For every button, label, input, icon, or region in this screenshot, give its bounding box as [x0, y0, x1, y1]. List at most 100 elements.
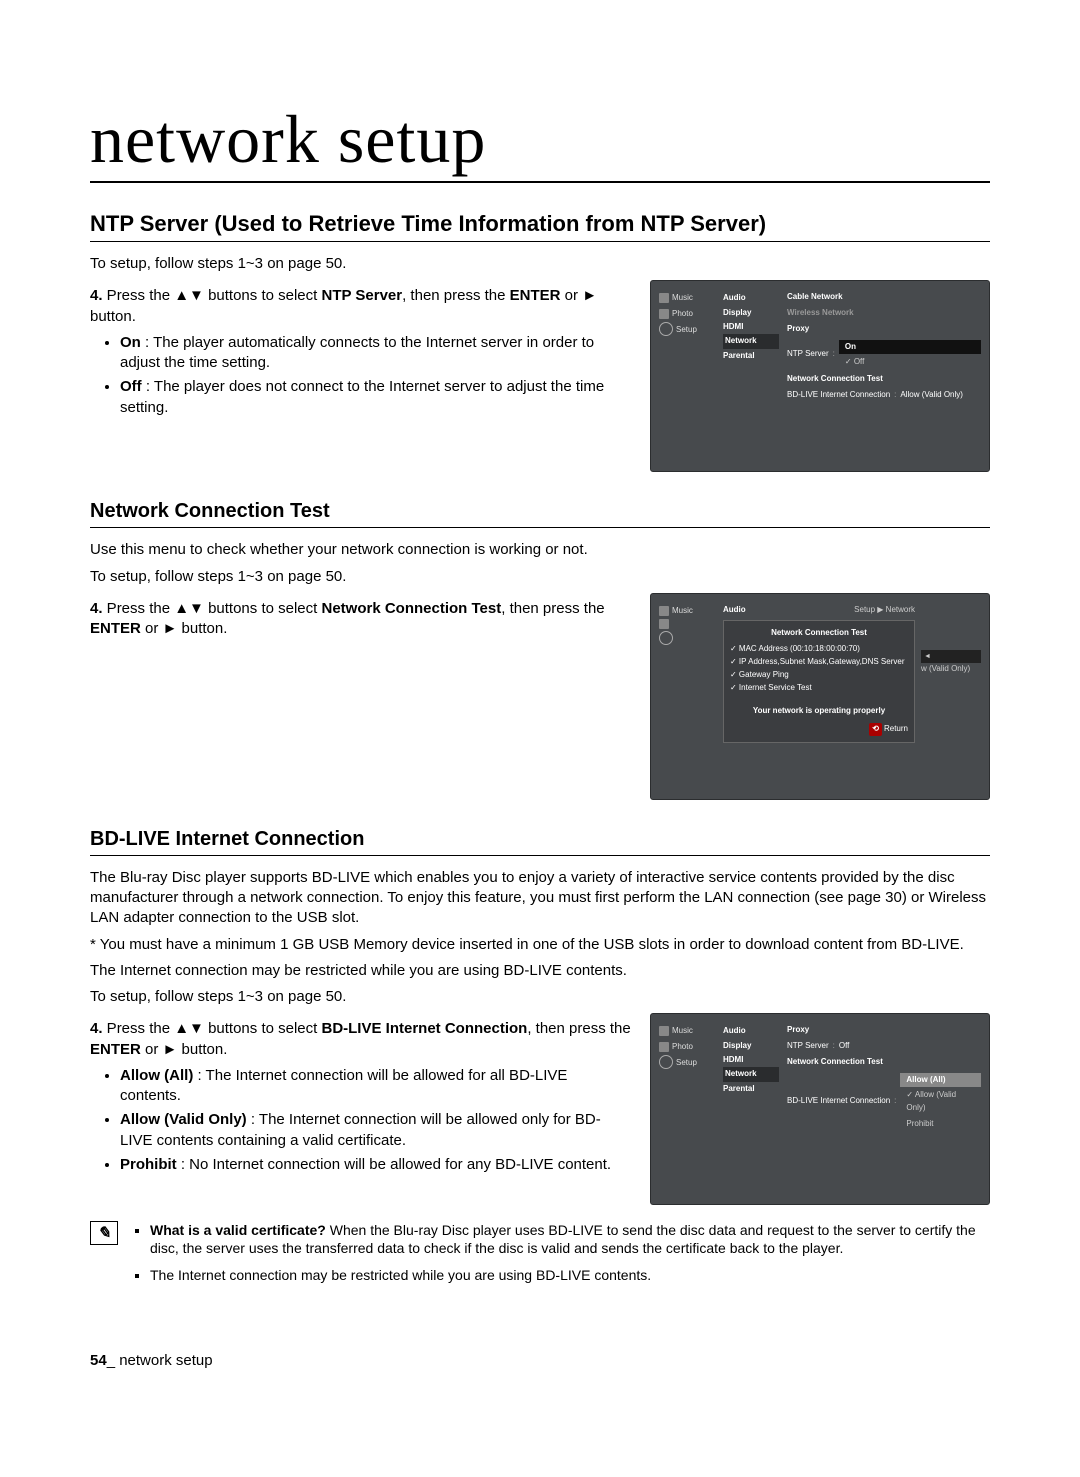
mid-item: Display: [723, 1039, 779, 1053]
nav-item: Music: [672, 1024, 693, 1038]
text: Press the ▲▼ buttons to select: [103, 287, 322, 304]
dropdown-option: Off: [854, 357, 865, 366]
test-line: ✓ Gateway Ping: [730, 669, 908, 682]
bd-row: 4. Press the ▲▼ buttons to select BD-LIV…: [90, 1013, 990, 1205]
note-item-1: What is a valid certificate? When the Bl…: [150, 1221, 990, 1257]
ntp-step4: 4. Press the ▲▼ buttons to select NTP Se…: [90, 286, 632, 327]
osd-rightpane: Audio Setup ▶ Network Network Connection …: [723, 604, 981, 759]
return-label: Return: [884, 724, 908, 733]
step-number: 4.: [90, 287, 103, 304]
text-bold: ENTER: [90, 620, 141, 637]
nct-screenshot: Music Audio Setup ▶ Network Network Conne…: [650, 593, 990, 800]
opt-name: Allow (Valid Only): [120, 1111, 247, 1128]
step-number: 4.: [90, 1020, 103, 1037]
page-footer: 54_ network setup: [90, 1352, 990, 1369]
h3-text: Network Connection Test: [90, 500, 330, 523]
text: or ► button.: [141, 1041, 228, 1058]
text: Press the ▲▼ buttons to select: [103, 1020, 322, 1037]
bd-p4: To setup, follow steps 1~3 on page 50.: [90, 987, 990, 1007]
heading-nct: Network Connection Test: [90, 500, 990, 528]
ntp-text: 4. Press the ▲▼ buttons to select NTP Se…: [90, 280, 632, 422]
page-title: network setup: [90, 100, 990, 183]
bd-text: 4. Press the ▲▼ buttons to select BD-LIV…: [90, 1013, 632, 1179]
mid-item: Audio: [723, 1024, 779, 1038]
manual-page: network setup NTP Server (Used to Retrie…: [0, 0, 1080, 1429]
gear-icon: [659, 1055, 673, 1069]
mid-item: Display: [723, 306, 779, 320]
music-icon: [659, 1026, 669, 1036]
note-icon: ✎: [90, 1221, 118, 1245]
row-label: Proxy: [787, 323, 809, 336]
row-label: Cable Network: [787, 291, 843, 304]
mid-item-selected: Network: [723, 334, 779, 348]
text-bold: NTP Server: [321, 287, 402, 304]
bd-p1: The Blu-ray Disc player supports BD-LIVE…: [90, 868, 990, 929]
osd-midnav: Audio Display HDMI Network Parental: [723, 291, 779, 431]
osd-leftnav: Music Photo Setup: [659, 1024, 715, 1164]
note-bold: What is a valid certificate?: [150, 1222, 326, 1238]
photo-icon: [659, 1042, 669, 1052]
mid-item: Parental: [723, 349, 779, 363]
bd-prohibit: Prohibit : No Internet connection will b…: [120, 1155, 632, 1175]
text-bold: ENTER: [510, 287, 561, 304]
return-icon: ⟲: [869, 723, 882, 736]
corner-label: Setup ▶ Network: [854, 604, 915, 617]
osd-midnav: Audio Display HDMI Network Parental: [723, 1024, 779, 1164]
bd-options-list: Allow (All) : The Internet connection wi…: [90, 1066, 632, 1175]
photo-icon: [659, 309, 669, 319]
ntp-off: Off : The player does not connect to the…: [120, 377, 632, 418]
nav-item: Photo: [672, 1040, 693, 1054]
ntp-intro: To setup, follow steps 1~3 on page 50.: [90, 254, 990, 274]
text-bold: ENTER: [90, 1041, 141, 1058]
opt-name: Allow (All): [120, 1067, 193, 1084]
ntp-options-list: On : The player automatically connects t…: [90, 333, 632, 418]
opt-desc: : No Internet connection will be allowed…: [177, 1156, 611, 1173]
nav-item: Photo: [672, 307, 693, 321]
music-icon: [659, 293, 669, 303]
nct-panel: Network Connection Test ✓ MAC Address (0…: [723, 620, 915, 744]
heading-ntp-server: NTP Server (Used to Retrieve Time Inform…: [90, 211, 990, 242]
footer-label: network setup: [119, 1352, 212, 1369]
text: or ► button.: [141, 620, 228, 637]
nav-item: Setup: [676, 1056, 697, 1070]
bd-allow-all: Allow (All) : The Internet connection wi…: [120, 1066, 632, 1107]
dropdown-option-selected: Allow (All): [900, 1073, 981, 1088]
dropdown-option: Prohibit: [900, 1117, 981, 1132]
row-label: Audio: [723, 604, 746, 617]
bd-step4: 4. Press the ▲▼ buttons to select BD-LIV…: [90, 1019, 632, 1060]
opt-name: On: [120, 334, 141, 351]
heading-bdlive: BD-LIVE Internet Connection: [90, 828, 990, 856]
nav-item: Music: [672, 291, 693, 305]
row-val: Off: [839, 1040, 850, 1053]
footer-sep: _: [107, 1352, 120, 1369]
osd-leftnav: Music Photo Setup: [659, 291, 715, 431]
mid-item: Parental: [723, 1082, 779, 1096]
mid-item-selected: Network: [723, 1067, 779, 1081]
osd-nct: Music Audio Setup ▶ Network Network Conne…: [650, 593, 990, 800]
nct-step4: 4. Press the ▲▼ buttons to select Networ…: [90, 599, 632, 640]
ntp-row: 4. Press the ▲▼ buttons to select NTP Se…: [90, 280, 990, 472]
test-line: ✓ MAC Address (00:10:18:00:00:70): [730, 643, 908, 656]
ntp-screenshot: Music Photo Setup Audio Display HDMI Net…: [650, 280, 990, 472]
panel-title: Network Connection Test: [730, 627, 908, 640]
text: , then press the: [501, 600, 604, 617]
row-label: NTP Server: [787, 348, 829, 361]
nct-text: 4. Press the ▲▼ buttons to select Networ…: [90, 593, 632, 646]
bd-p2: * You must have a minimum 1 GB USB Memor…: [90, 935, 990, 955]
ntp-on: On : The player automatically connects t…: [120, 333, 632, 374]
page-number: 54: [90, 1352, 107, 1369]
opt-name: Off: [120, 378, 142, 395]
osd-rightpane: Proxy NTP Server:Off Network Connection …: [787, 1024, 981, 1164]
osd-bdlive: Music Photo Setup Audio Display HDMI Net…: [650, 1013, 990, 1205]
row-label: Network Connection Test: [787, 1056, 883, 1069]
row-label: BD-LIVE Internet Connection: [787, 389, 890, 402]
mid-item: Audio: [723, 291, 779, 305]
osd-leftnav: Music: [659, 604, 715, 759]
nav-item: Music: [672, 604, 693, 618]
photo-icon: [659, 619, 669, 629]
bd-p3: The Internet connection may be restricte…: [90, 961, 990, 981]
nct-p1: Use this menu to check whether your netw…: [90, 540, 990, 560]
mid-item: HDMI: [723, 320, 779, 334]
osd-ntp: Music Photo Setup Audio Display HDMI Net…: [650, 280, 990, 472]
opt-desc: : The player does not connect to the Int…: [120, 378, 604, 415]
